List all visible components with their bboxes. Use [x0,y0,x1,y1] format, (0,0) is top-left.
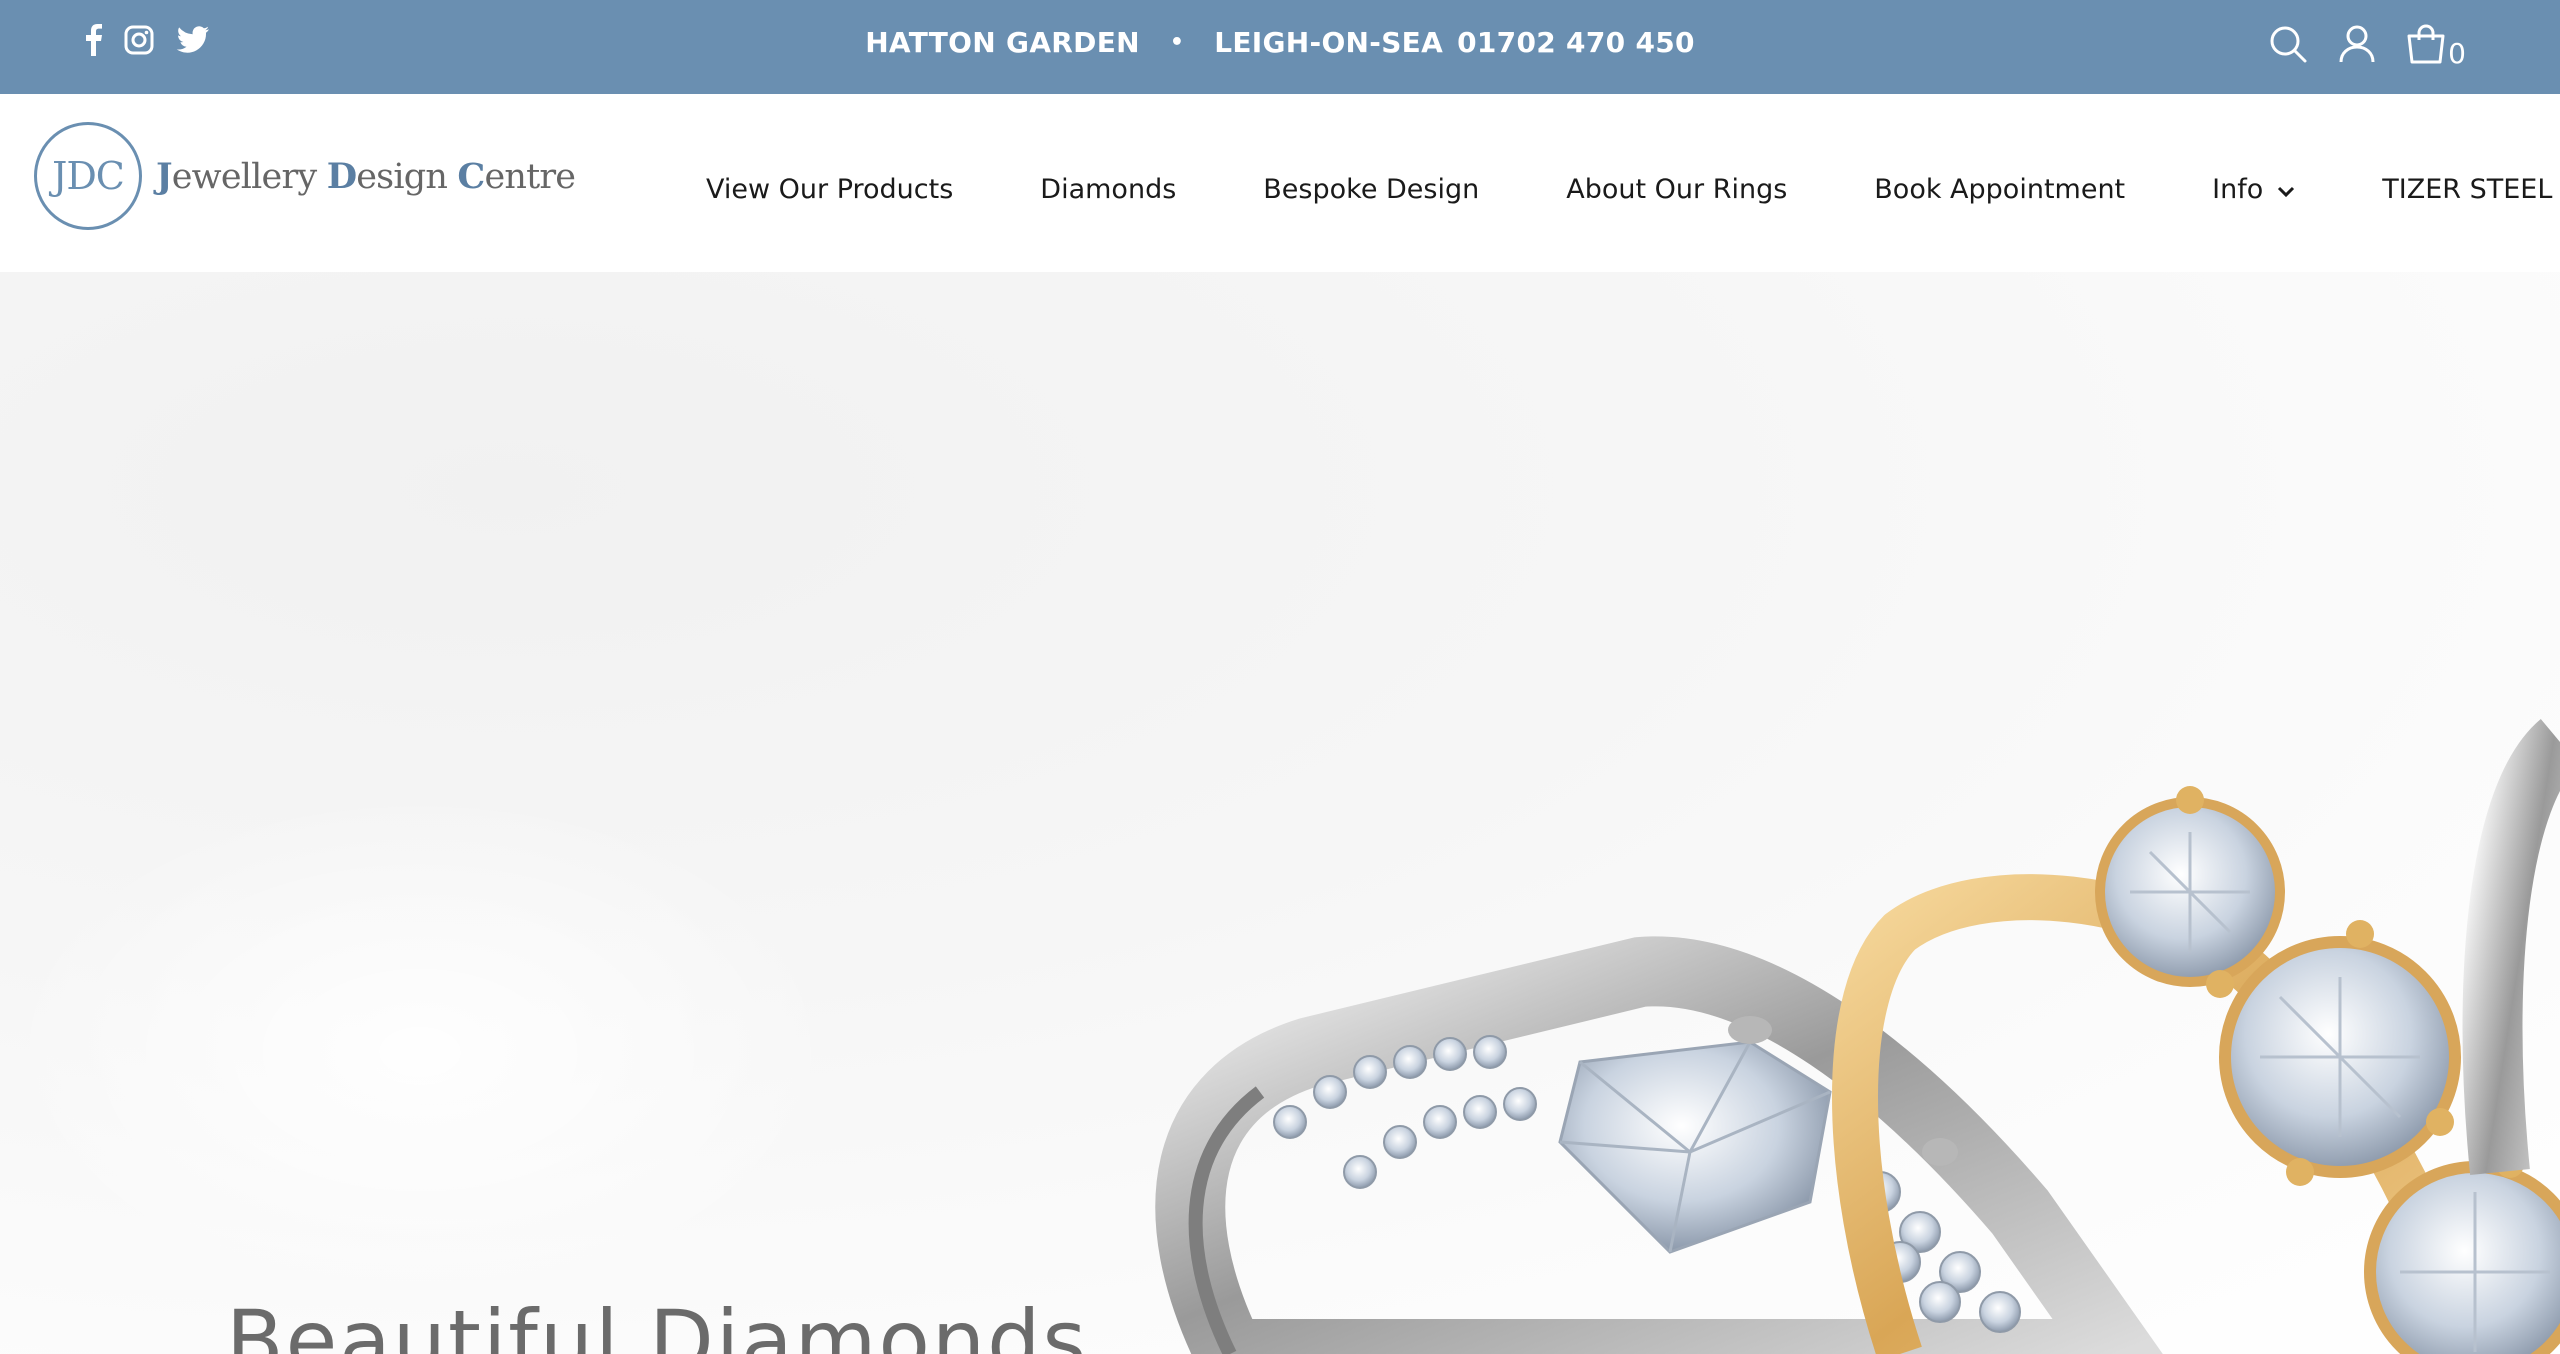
hero-rings-image [0,718,2560,1354]
account-icon[interactable] [2338,24,2376,68]
site-header: JDC Jewellery Design Centre View Our Pro… [0,94,2560,272]
chevron-down-icon [2277,174,2295,205]
site-logo[interactable]: JDC Jewellery Design Centre [34,122,576,230]
announcement-bar: HATTON GARDEN • LEIGH-ON-SEA 01702 470 450 … [0,0,2560,94]
phone-number[interactable]: 01702 470 450 [1457,26,1695,59]
logo-wordmark: Jewellery Design Centre [156,155,576,197]
separator-dot: • [1169,30,1185,55]
cart-icon [2406,24,2446,68]
header-tools: 0 [2238,24,2466,68]
location-hatton-garden[interactable]: HATTON GARDEN [865,26,1140,59]
store-locations: HATTON GARDEN • LEIGH-ON-SEA 01702 470 450 [0,26,2560,59]
nav-tizer-steel[interactable]: TIZER STEEL [2382,174,2560,205]
location-leigh-on-sea[interactable]: LEIGH-ON-SEA [1214,26,1443,59]
nav-info[interactable]: Info [2212,174,2295,205]
nav-book-appointment[interactable]: Book Appointment [1874,174,2125,205]
main-navigation: View Our Products Diamonds Bespoke Desig… [706,174,2560,205]
hero-banner: Beautiful Diamonds [0,272,2560,1354]
search-icon[interactable] [2268,24,2308,68]
nav-about-our-rings[interactable]: About Our Rings [1566,174,1787,205]
nav-bespoke-design[interactable]: Bespoke Design [1263,174,1479,205]
cart-count: 0 [2448,37,2466,70]
nav-diamonds[interactable]: Diamonds [1040,174,1176,205]
cart-button[interactable]: 0 [2406,24,2466,68]
nav-view-our-products[interactable]: View Our Products [706,174,953,205]
hero-title: Beautiful Diamonds [226,1292,1089,1354]
logo-emblem: JDC [34,122,142,230]
